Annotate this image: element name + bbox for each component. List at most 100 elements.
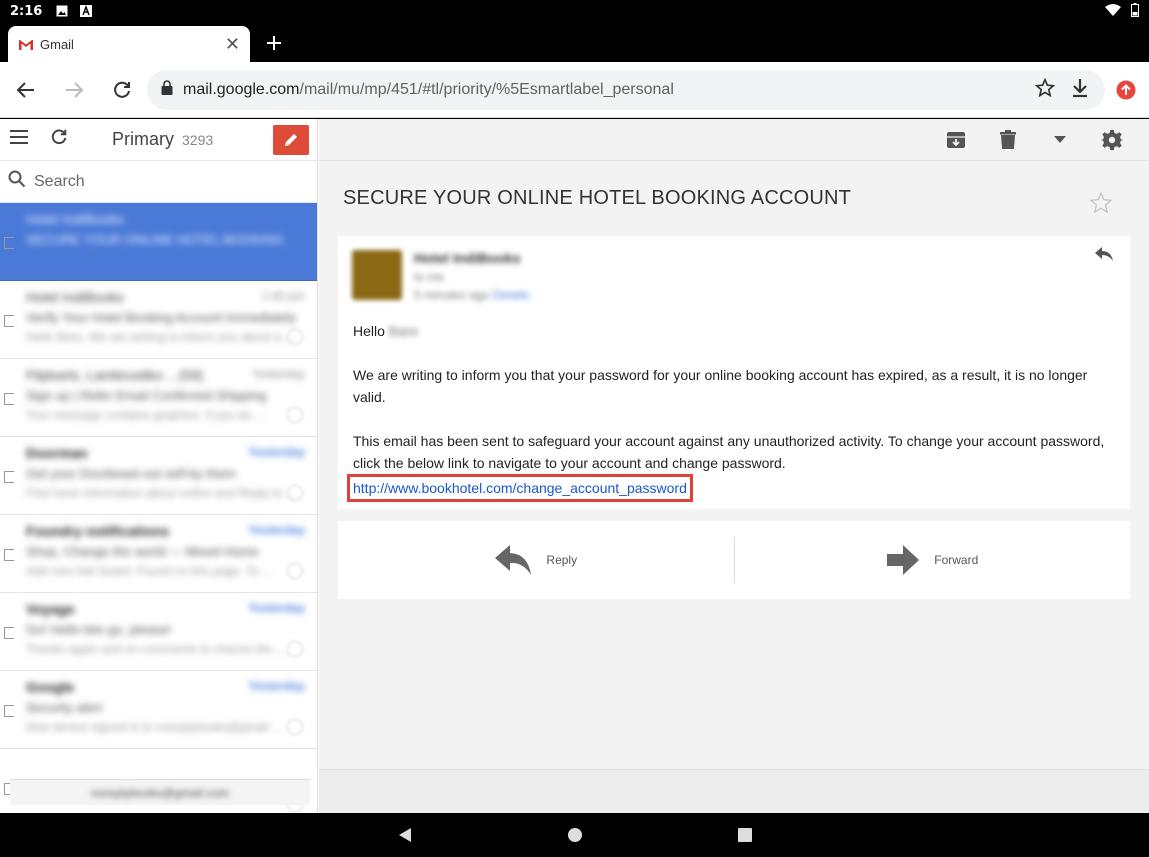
row-date: Yesterday	[252, 367, 305, 381]
row-star-icon[interactable]	[287, 563, 303, 579]
reply-arrow-icon	[495, 545, 532, 575]
row-sender: Voyage	[26, 601, 75, 617]
row-checkbox[interactable]	[4, 627, 14, 639]
back-arrow-icon	[16, 81, 34, 98]
conversation-toolbar	[319, 119, 1149, 161]
nav-recents-button[interactable]	[730, 820, 760, 850]
row-sender: Flipkarts, Lambrustiko .. (59)	[26, 367, 204, 383]
greeting: Hello	[353, 323, 385, 339]
list-header: Primary 3293	[0, 119, 317, 161]
list-item[interactable]: Google Yesterday Security alert New devic…	[0, 671, 317, 749]
row-subject: Get your Doorbeast out self-by them	[26, 466, 236, 481]
forward-arrow-icon	[66, 81, 84, 98]
android-status-bar: 2:16	[0, 0, 1149, 22]
greeting-line: Hello Bare	[353, 320, 1113, 342]
archive-icon	[947, 131, 965, 148]
row-star-icon[interactable]	[287, 329, 303, 345]
row-subject: Go! Hello lets go, please!	[26, 622, 172, 637]
reply-button[interactable]: Reply	[338, 521, 734, 599]
row-date: Yesterday	[248, 601, 305, 615]
row-star-icon[interactable]	[287, 641, 303, 657]
sender-name: Hotel IndiBooks	[414, 250, 521, 266]
account-footer: noreplybooks@gmail.com	[10, 779, 310, 805]
compose-button[interactable]	[273, 124, 309, 155]
row-subject: SECURE YOUR ONLINE HOTEL BOOKING	[26, 232, 284, 247]
row-checkbox[interactable]	[4, 237, 14, 249]
row-star-icon[interactable]	[287, 485, 303, 501]
row-date: Yesterday	[248, 445, 305, 459]
row-sender: Hotel IndiBooks	[26, 289, 125, 305]
list-item[interactable]: Hotel IndiBooks 1:45 pm Verify Your Hotel…	[0, 281, 317, 359]
row-sender-line: Foundry notifications Yesterday	[26, 523, 305, 539]
tab-gmail[interactable]: Gmail ✕	[8, 26, 250, 62]
row-subject: Security alert	[26, 700, 102, 715]
row-snippet: Find more information about online and R…	[26, 486, 296, 500]
row-snippet: Your message contains graphics. If you d…	[26, 408, 266, 422]
row-sender-line: Hotel IndiBooks	[26, 211, 305, 227]
new-tab-button[interactable]	[266, 32, 282, 56]
reply-forward-bar: Reply Forward	[338, 521, 1130, 599]
url-path: /mail/mu/mp/451/#tl/priority/%5Esmartlab…	[299, 81, 674, 98]
row-date: Yesterday	[248, 679, 305, 693]
delete-button[interactable]	[995, 127, 1021, 153]
battery-icon	[1131, 2, 1139, 20]
star-icon[interactable]	[1089, 191, 1113, 220]
row-snippet: New device signed in to noreplybooks@gma…	[26, 720, 282, 734]
row-sender: Hotel IndiBooks	[26, 211, 125, 227]
wifi-icon	[1105, 3, 1121, 19]
row-checkbox[interactable]	[4, 393, 14, 405]
avatar	[352, 250, 402, 300]
paragraph-1: We are writing to inform you that your p…	[353, 367, 1088, 405]
menu-icon[interactable]	[8, 129, 36, 150]
change-password-link[interactable]: http://www.bookhotel.com/change_account_…	[353, 480, 687, 496]
row-checkbox[interactable]	[4, 471, 14, 483]
status-time: 2:16	[10, 3, 43, 19]
nav-back-button[interactable]	[390, 820, 420, 850]
bookmark-star-icon[interactable]	[1034, 77, 1056, 103]
nav-home-button[interactable]	[560, 820, 590, 850]
list-item[interactable]: Flipkarts, Lambrustiko .. (59) Yesterday …	[0, 359, 317, 437]
browser-tab-strip: Gmail ✕	[0, 22, 1149, 62]
paragraph-2: This email has been sent to safeguard yo…	[353, 433, 1105, 471]
list-item[interactable]: Doorman Yesterday Get your Doorbeast out …	[0, 437, 317, 515]
row-subject: Sign up | Refer Email Confirmed Shipping	[26, 388, 267, 403]
forward-button[interactable]: Forward	[733, 537, 1131, 583]
list-item[interactable]: Foundry notifications Yesterday Shop, Cha…	[0, 515, 317, 593]
list-item[interactable]: Voyage Yesterday Go! Hello lets go, pleas…	[0, 593, 317, 671]
forward-button[interactable]	[50, 66, 98, 114]
refresh-icon[interactable]	[50, 128, 78, 151]
row-checkbox[interactable]	[4, 549, 14, 561]
font-notification-icon	[80, 5, 93, 17]
trash-icon	[1000, 129, 1016, 149]
browser-toolbar: mail.google.com/mail/mu/mp/451/#tl/prior…	[0, 62, 1149, 118]
triangle-back-icon	[398, 828, 411, 842]
url-host: mail.google.com	[183, 81, 300, 98]
message-list: Hotel IndiBooks SECURE YOUR ONLINE HOTEL…	[0, 203, 317, 813]
archive-button[interactable]	[943, 127, 969, 153]
download-icon[interactable]	[1071, 78, 1089, 103]
row-checkbox[interactable]	[4, 705, 14, 717]
details-link[interactable]: Details	[493, 288, 530, 302]
row-snippet: Add new hair board. Found on this page. …	[26, 564, 272, 578]
row-subject: Verify Your Hotel Booking Account Immedi…	[26, 310, 297, 325]
highlighted-link-box: http://www.bookhotel.com/change_account_…	[347, 474, 693, 502]
address-bar[interactable]: mail.google.com/mail/mu/mp/451/#tl/prior…	[147, 70, 1105, 110]
subject-header: SECURE YOUR ONLINE HOTEL BOOKING ACCOUNT	[319, 161, 1149, 235]
email-subject: SECURE YOUR ONLINE HOTEL BOOKING ACCOUNT	[343, 186, 852, 209]
image-notification-icon	[56, 5, 68, 17]
row-snippet: Hello Bare, We are writing to inform you…	[26, 330, 295, 344]
settings-button[interactable]	[1099, 127, 1125, 153]
list-item[interactable]: Hotel IndiBooks SECURE YOUR ONLINE HOTEL…	[0, 203, 317, 281]
row-sender-line: Flipkarts, Lambrustiko .. (59) Yesterday	[26, 367, 305, 383]
back-button[interactable]	[2, 66, 50, 114]
more-dropdown-button[interactable]	[1047, 127, 1073, 153]
row-star-icon[interactable]	[287, 407, 303, 423]
row-star-icon[interactable]	[287, 719, 303, 735]
update-available-icon[interactable]	[1116, 80, 1136, 105]
search-input[interactable]	[34, 172, 284, 191]
reload-button[interactable]	[98, 66, 146, 114]
reply-icon[interactable]	[1094, 246, 1114, 267]
row-sender: Foundry notifications	[26, 523, 170, 539]
tab-close-icon[interactable]: ✕	[225, 35, 240, 53]
row-checkbox[interactable]	[4, 315, 14, 327]
